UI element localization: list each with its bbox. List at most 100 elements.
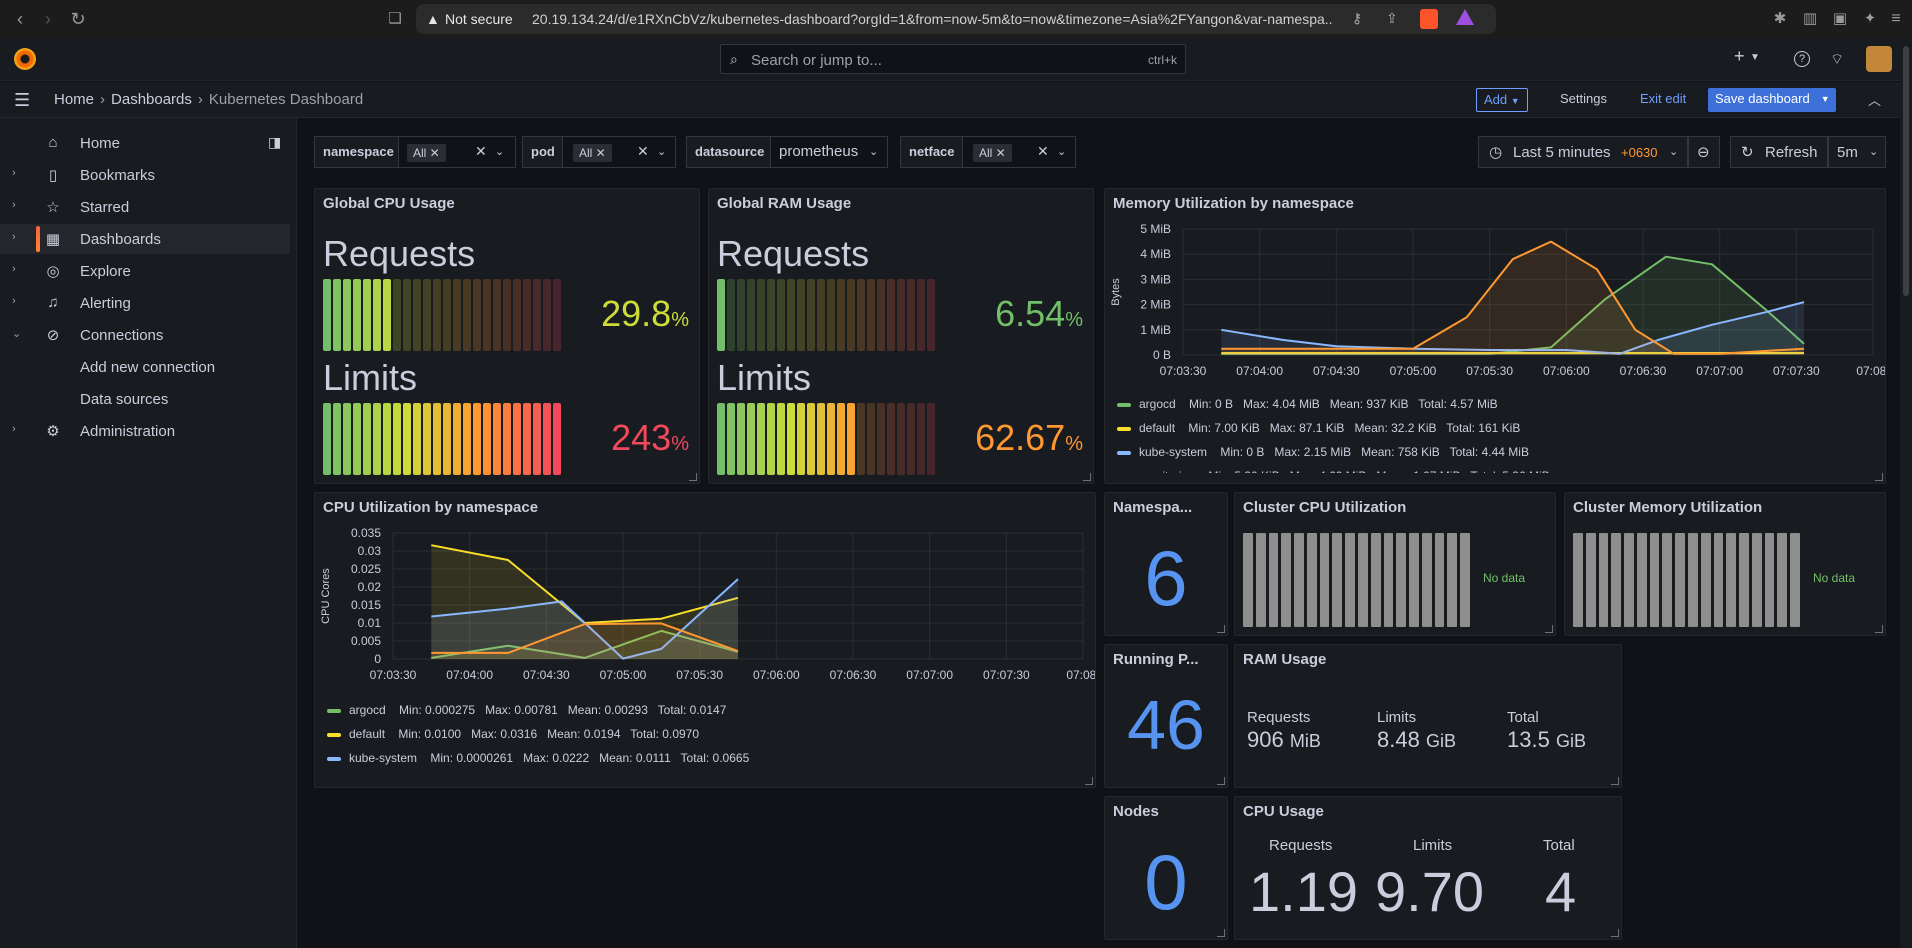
refresh-button[interactable]: ↻ Refresh bbox=[1730, 136, 1828, 168]
menu-icon[interactable]: ≡ bbox=[1886, 9, 1906, 29]
chevron-down-icon[interactable]: ⌄ bbox=[1057, 145, 1066, 158]
exit-edit-button[interactable]: Exit edit bbox=[1633, 88, 1693, 112]
y-axis-label: Bytes bbox=[1110, 278, 1122, 306]
brave-shield-icon[interactable] bbox=[1420, 9, 1438, 29]
page-scrollbar[interactable] bbox=[1900, 38, 1912, 948]
sidebar-item-home[interactable]: ⌂ Home bbox=[0, 128, 290, 158]
resize-handle-icon[interactable] bbox=[1611, 777, 1619, 785]
refresh-interval-select[interactable]: 5m ⌄ bbox=[1828, 136, 1886, 168]
namespace-chip[interactable]: All ✕ bbox=[407, 144, 446, 162]
panel-cpu-by-namespace[interactable]: CPU Utilization by namespace CPU Cores 0 0… bbox=[314, 492, 1096, 788]
netface-chip[interactable]: All ✕ bbox=[973, 144, 1012, 162]
share-icon[interactable]: ⇪ bbox=[1386, 10, 1398, 27]
reload-icon[interactable]: ↻ bbox=[68, 9, 88, 29]
pod-variable-select[interactable]: All ✕ ✕ ⌄ bbox=[562, 136, 676, 168]
leo-icon[interactable]: ✦ bbox=[1860, 9, 1880, 29]
sidebar-item-alerting[interactable]: › ♫ Alerting bbox=[0, 288, 290, 318]
sidebar-item-label: Bookmarks bbox=[80, 167, 156, 184]
clear-icon[interactable]: ✕ bbox=[637, 143, 649, 160]
menu-toggle-icon[interactable]: ☰ bbox=[14, 90, 30, 111]
sidebar-item-connections[interactable]: ⌄ ⊘ Connections bbox=[0, 320, 290, 350]
time-range-picker[interactable]: ◷ Last 5 minutes +0630 ⌄ bbox=[1478, 136, 1688, 168]
netface-variable-select[interactable]: All ✕ ✕ ⌄ bbox=[962, 136, 1076, 168]
legend-item-argocd[interactable]: argocd Min: 0 B Max: 4.04 MiB Mean: 937 … bbox=[1117, 397, 1498, 411]
resize-handle-icon[interactable] bbox=[1085, 777, 1093, 785]
scrollbar-thumb[interactable] bbox=[1903, 46, 1909, 296]
url-text[interactable]: 20.19.134.24/d/e1RXnCbVz/kubernetes-dash… bbox=[532, 11, 1332, 27]
legend-item-default[interactable]: default Min: 0.0100 Max: 0.0316 Mean: 0.… bbox=[327, 727, 699, 741]
y-tick-label: 5 MiB bbox=[1140, 222, 1171, 236]
resize-handle-icon[interactable] bbox=[1217, 929, 1225, 937]
add-button[interactable]: Add ▼ bbox=[1476, 88, 1528, 112]
resize-handle-icon[interactable] bbox=[1217, 625, 1225, 633]
panel-cpu-usage[interactable]: CPU Usage Requests 1.19 Limits 9.70 Tota… bbox=[1234, 796, 1622, 940]
grafana-logo-icon[interactable] bbox=[14, 48, 36, 70]
sidebar-item-starred[interactable]: › ☆ Starred bbox=[0, 192, 290, 222]
chevron-down-icon[interactable]: ⌄ bbox=[869, 145, 878, 158]
chevron-right-icon[interactable]: › bbox=[12, 199, 16, 211]
extensions-icon[interactable]: ✱ bbox=[1770, 9, 1790, 29]
breadcrumb-home[interactable]: Home bbox=[54, 91, 94, 108]
settings-button[interactable]: Settings bbox=[1553, 88, 1614, 112]
clear-icon[interactable]: ✕ bbox=[1037, 143, 1049, 160]
search-bar[interactable]: ⌕ Search or jump to... ctrl+k bbox=[720, 44, 1186, 74]
panel-global-ram-usage[interactable]: Global RAM Usage Requests 6.54% Limits 6… bbox=[708, 188, 1094, 484]
add-new-icon[interactable]: + bbox=[1734, 46, 1745, 67]
zoom-out-button[interactable]: ⊖ bbox=[1688, 136, 1720, 168]
breadcrumb-dashboards[interactable]: Dashboards bbox=[111, 91, 192, 108]
sidebar-item-dashboards[interactable]: › ▦ Dashboards bbox=[0, 224, 290, 254]
legend-item-kube-system[interactable]: kube-system Min: 0.0000261 Max: 0.0222 M… bbox=[327, 751, 749, 765]
legend-item-kube-system[interactable]: kube-system Min: 0 B Max: 2.15 MiB Mean:… bbox=[1117, 445, 1529, 459]
resize-handle-icon[interactable] bbox=[1611, 929, 1619, 937]
sidebar-toggle-icon[interactable]: ▥ bbox=[1800, 9, 1820, 29]
legend-item-default[interactable]: default Min: 7.00 KiB Max: 87.1 KiB Mean… bbox=[1117, 421, 1520, 435]
rss-icon[interactable]: ⌔ bbox=[1830, 50, 1844, 69]
sidebar-item-explore[interactable]: › ◎ Explore bbox=[0, 256, 290, 286]
chevron-right-icon[interactable]: › bbox=[12, 295, 16, 307]
chevron-right-icon[interactable]: › bbox=[12, 423, 16, 435]
bookmark-page-icon[interactable]: ❏ bbox=[385, 9, 405, 29]
datasource-variable-select[interactable]: prometheus ⌄ bbox=[770, 136, 888, 168]
panel-global-cpu-usage[interactable]: Global CPU Usage Requests 29.8% Limits 2… bbox=[314, 188, 700, 484]
resize-handle-icon[interactable] bbox=[1217, 777, 1225, 785]
back-icon[interactable]: ‹ bbox=[10, 9, 30, 29]
gauge-segment bbox=[333, 403, 341, 475]
help-icon[interactable]: ? bbox=[1794, 51, 1810, 67]
forward-icon[interactable]: › bbox=[38, 9, 58, 29]
resize-handle-icon[interactable] bbox=[1083, 473, 1091, 481]
panel-cluster-memory[interactable]: Cluster Memory Utilization No data bbox=[1564, 492, 1886, 636]
pod-chip[interactable]: All ✕ bbox=[573, 144, 612, 162]
chevron-right-icon[interactable]: › bbox=[12, 167, 16, 179]
avatar[interactable] bbox=[1866, 46, 1892, 72]
legend-item-argocd[interactable]: argocd Min: 0.000275 Max: 0.00781 Mean: … bbox=[327, 703, 726, 717]
address-bar[interactable]: ▲ Not secure 20.19.134.24/d/e1RXnCbVz/ku… bbox=[416, 4, 1496, 34]
resize-handle-icon[interactable] bbox=[1875, 625, 1883, 633]
sidebar-item-data-sources[interactable]: Data sources bbox=[0, 384, 290, 414]
sidebar-item-bookmarks[interactable]: › ▯ Bookmarks bbox=[0, 160, 290, 190]
panel-cluster-cpu[interactable]: Cluster CPU Utilization No data bbox=[1234, 492, 1556, 636]
chevron-right-icon[interactable]: › bbox=[12, 231, 16, 243]
panel-namespaces[interactable]: Namespa... 6 bbox=[1104, 492, 1228, 636]
chevron-down-icon[interactable]: ⌄ bbox=[657, 145, 666, 158]
key-icon[interactable]: ⚷ bbox=[1352, 10, 1362, 27]
namespace-variable-select[interactable]: All ✕ ✕ ⌄ bbox=[398, 136, 516, 168]
sidebar-item-administration[interactable]: › ⚙ Administration bbox=[0, 416, 290, 446]
resize-handle-icon[interactable] bbox=[1545, 625, 1553, 633]
panel-ram-usage[interactable]: RAM Usage Requests 906 MiB Limits 8.48 G… bbox=[1234, 644, 1622, 788]
panel-memory-by-namespace[interactable]: Memory Utilization by namespace Bytes 0 B… bbox=[1104, 188, 1886, 484]
clear-icon[interactable]: ✕ bbox=[475, 143, 487, 160]
resize-handle-icon[interactable] bbox=[1875, 473, 1883, 481]
chevron-up-icon[interactable]: ︿ bbox=[1868, 90, 1881, 109]
chevron-down-icon[interactable]: ⌄ bbox=[495, 145, 504, 158]
chevron-right-icon[interactable]: › bbox=[12, 263, 16, 275]
chevron-down-icon[interactable]: ▼ bbox=[1750, 52, 1760, 63]
sidebar-item-add-new-connection[interactable]: Add new connection bbox=[0, 352, 290, 382]
chevron-down-icon[interactable]: ⌄ bbox=[12, 327, 21, 340]
panel-nodes[interactable]: Nodes 0 bbox=[1104, 796, 1228, 940]
legend-item-monitoring[interactable]: monitoring Min: 5.30 KiB Max: 4.60 MiB M… bbox=[1117, 469, 1550, 473]
save-dashboard-button[interactable]: Save dashboard ▼ bbox=[1708, 88, 1836, 112]
rewards-icon[interactable] bbox=[1456, 9, 1474, 25]
wallet-icon[interactable]: ▣ bbox=[1830, 9, 1850, 29]
panel-running-pods[interactable]: Running P... 46 bbox=[1104, 644, 1228, 788]
resize-handle-icon[interactable] bbox=[689, 473, 697, 481]
